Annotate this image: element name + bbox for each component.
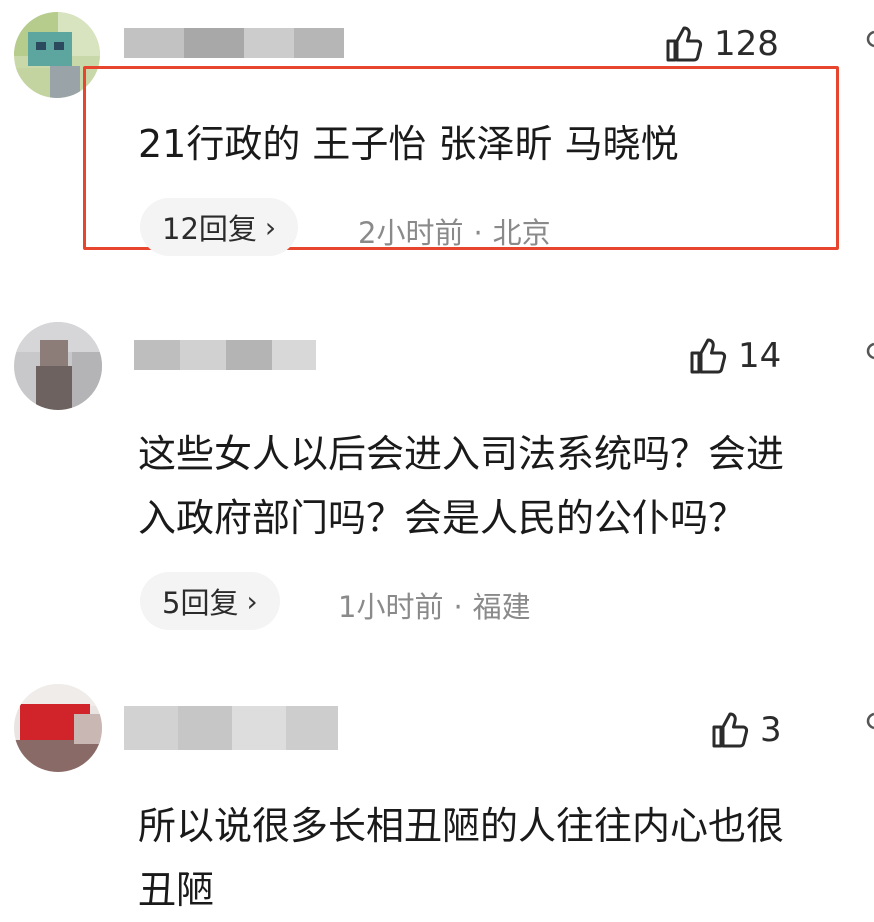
comment-text: 21行政的 王子怡 张泽昕 马晓悦: [138, 112, 874, 176]
chevron-right-icon: ›: [246, 584, 258, 618]
comment-meta: 2小时前 · 北京: [358, 210, 551, 252]
comment-text-line: 所以说很多长相丑陋的人往往内心也很: [138, 804, 785, 848]
reply-button[interactable]: 12回复 ›: [140, 198, 299, 256]
thumbs-up-icon: [664, 24, 704, 64]
comment-text: 这些女人以后会进入司法系统吗？会进 入政府部门吗？会是人民的公仆吗？: [138, 422, 874, 550]
comment-text-line: 丑陋: [138, 868, 215, 912]
username-blurred[interactable]: [134, 340, 316, 370]
timestamp: 1小时前: [338, 590, 444, 624]
more-options-icon[interactable]: [860, 28, 874, 68]
comment-meta: 1小时前 · 福建: [338, 584, 531, 626]
avatar[interactable]: [14, 684, 102, 772]
comment-text-line: 入政府部门吗？会是人民的公仆吗？: [138, 496, 747, 540]
comment-item: 128 21行政的 王子怡 张泽昕 马晓悦 12回复 › 2小时前 · 北京: [0, 0, 874, 280]
like-button[interactable]: 128: [664, 24, 779, 64]
like-button[interactable]: 3: [710, 710, 782, 750]
timestamp: 2小时前: [358, 216, 464, 250]
avatar[interactable]: [14, 322, 102, 410]
location: 福建: [472, 590, 531, 624]
thumbs-up-icon: [688, 336, 728, 376]
more-options-icon[interactable]: [860, 710, 874, 750]
username-blurred[interactable]: [124, 28, 344, 58]
reply-button[interactable]: 5回复 ›: [140, 572, 280, 630]
location: 北京: [492, 216, 551, 250]
reply-count: 12回复: [162, 212, 257, 246]
more-options-icon[interactable]: [860, 340, 874, 380]
meta-separator: ·: [473, 216, 483, 250]
comment-text-line: 21行政的 王子怡 张泽昕 马晓悦: [138, 122, 679, 166]
like-count: 3: [760, 710, 782, 750]
like-button[interactable]: 14: [688, 336, 781, 376]
like-count: 128: [714, 24, 779, 64]
meta-separator: ·: [453, 590, 463, 624]
comment-item: 14 这些女人以后会进入司法系统吗？会进 入政府部门吗？会是人民的公仆吗？ 5回…: [0, 300, 874, 660]
comment-text-line: 这些女人以后会进入司法系统吗？会进: [138, 432, 785, 476]
username-blurred[interactable]: [124, 706, 338, 750]
chevron-right-icon: ›: [264, 210, 277, 244]
reply-count: 5回复: [162, 586, 239, 620]
like-count: 14: [738, 336, 782, 376]
comment-text: 所以说很多长相丑陋的人往往内心也很 丑陋: [138, 794, 874, 922]
comment-item: 3 所以说很多长相丑陋的人往往内心也很 丑陋: [0, 670, 874, 912]
thumbs-up-icon: [710, 710, 750, 750]
